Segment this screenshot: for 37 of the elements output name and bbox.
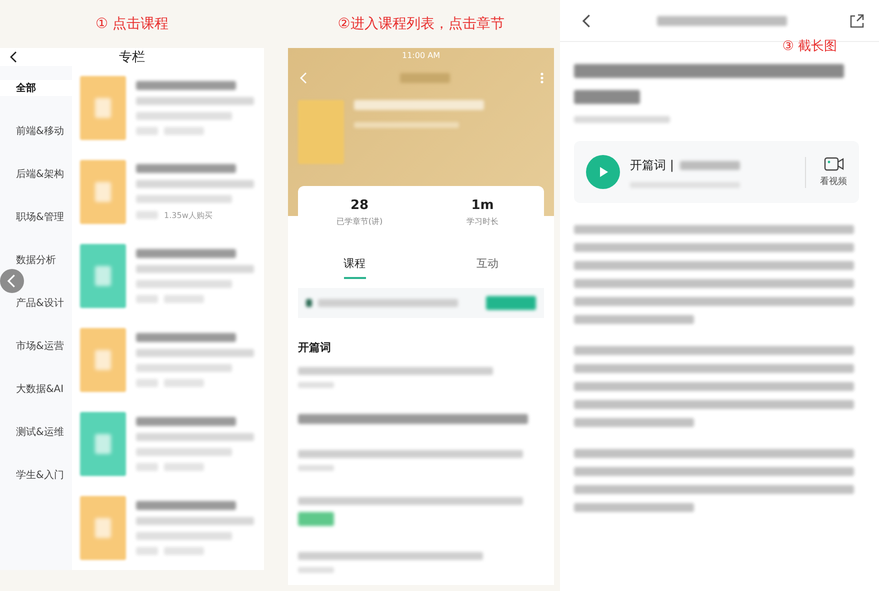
- category-item[interactable]: 职场&管理: [0, 208, 72, 224]
- category-item[interactable]: 前端&移动: [0, 122, 72, 138]
- course-cover: [298, 100, 344, 164]
- category-item[interactable]: 后端&架构: [0, 166, 72, 182]
- category-item[interactable]: 测试&运维: [0, 424, 72, 440]
- tab[interactable]: 互动: [476, 246, 498, 278]
- course-cover[interactable]: [80, 244, 126, 308]
- video-label[interactable]: 看视频: [820, 174, 847, 188]
- status-time: 11:00 AM: [402, 50, 440, 60]
- stat-label: 已学章节(讲): [336, 216, 383, 226]
- more-icon[interactable]: [540, 72, 544, 84]
- step-label: ③ 截长图: [782, 38, 837, 55]
- category-item[interactable]: 大数据&AI: [0, 380, 72, 396]
- category-item[interactable]: 市场&运营: [0, 338, 72, 354]
- tab[interactable]: 课程: [344, 246, 366, 278]
- course-cover[interactable]: [80, 496, 126, 560]
- course-cover[interactable]: [80, 328, 126, 392]
- course-cover[interactable]: [80, 76, 126, 140]
- play-icon: [597, 166, 609, 178]
- video-camera-icon[interactable]: [824, 156, 844, 170]
- category-item[interactable]: 数据分析: [0, 252, 72, 268]
- buyer-count: 1.35w人购买: [164, 210, 212, 220]
- category-item[interactable]: 学生&入门: [0, 466, 72, 482]
- page-title: 专栏: [119, 49, 145, 66]
- stat-value: 28: [350, 198, 369, 212]
- step-label: ① 点击课程: [94, 15, 170, 34]
- course-cover[interactable]: [80, 160, 126, 224]
- category-item[interactable]: 全部: [0, 80, 72, 96]
- share-icon[interactable]: [849, 12, 865, 28]
- step-label: ②进入课程列表，点击章节: [336, 15, 506, 34]
- course-cover[interactable]: [80, 412, 126, 476]
- section-title: 开篇词: [297, 340, 332, 356]
- category-item[interactable]: 产品&设计: [0, 294, 72, 310]
- audio-title: 开篇词 |: [630, 156, 674, 174]
- stat-label: 学习时长: [466, 216, 498, 226]
- stat-value: 1m: [471, 198, 494, 212]
- play-button[interactable]: [586, 155, 620, 189]
